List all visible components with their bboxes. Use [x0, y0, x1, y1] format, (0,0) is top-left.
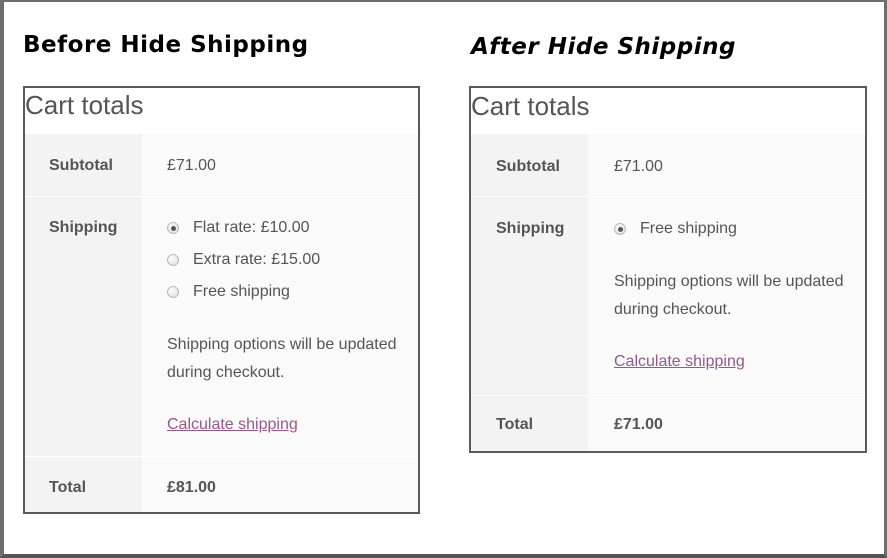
after-heading: After Hide Shipping: [471, 34, 736, 60]
radio-unselected-icon[interactable]: [167, 254, 179, 266]
radio-unselected-icon[interactable]: [167, 286, 179, 298]
label-column: [471, 134, 588, 451]
cart-totals-before: Cart totals Subtotal £71.00 Shipping Fla…: [23, 86, 420, 514]
shipping-note-line2: during checkout.: [167, 364, 285, 381]
subtotal-value: £71.00: [167, 157, 216, 174]
shipping-note-line1: Shipping options will be updated: [167, 336, 397, 353]
shipping-option-flat-rate[interactable]: Flat rate: £10.00: [167, 219, 310, 237]
calculate-shipping-link[interactable]: Calculate shipping: [614, 353, 745, 371]
subtotal-value: £71.00: [614, 158, 663, 175]
cart-totals-title: Cart totals: [25, 88, 418, 134]
total-label: Total: [49, 479, 87, 496]
shipping-option-extra-rate[interactable]: Extra rate: £15.00: [167, 251, 320, 269]
before-heading: Before Hide Shipping: [23, 32, 309, 58]
cart-totals-after: Cart totals Subtotal £71.00 Shipping Fre…: [469, 86, 867, 453]
shipping-option-free[interactable]: Free shipping: [614, 220, 737, 238]
shipping-note-line2: during checkout.: [614, 301, 732, 318]
shipping-label: Shipping: [49, 219, 118, 236]
radio-selected-icon[interactable]: [614, 223, 626, 235]
row-divider: [471, 196, 865, 197]
cart-totals-title: Cart totals: [471, 88, 865, 134]
row-divider: [471, 395, 865, 396]
option-label: Free shipping: [193, 283, 290, 300]
total-label: Total: [496, 416, 534, 433]
option-label: Flat rate: £10.00: [193, 219, 310, 236]
shipping-label: Shipping: [496, 220, 565, 237]
row-divider: [25, 456, 418, 457]
radio-selected-icon[interactable]: [167, 222, 179, 234]
calculate-shipping-link[interactable]: Calculate shipping: [167, 416, 298, 434]
total-value: £71.00: [614, 416, 663, 433]
option-label: Free shipping: [640, 220, 737, 237]
option-label: Extra rate: £15.00: [193, 251, 321, 268]
shipping-option-free[interactable]: Free shipping: [167, 283, 290, 301]
subtotal-label: Subtotal: [49, 157, 113, 174]
subtotal-label: Subtotal: [496, 158, 560, 175]
total-value: £81.00: [167, 479, 216, 496]
shipping-note-line1: Shipping options will be updated: [614, 273, 844, 290]
row-divider: [25, 196, 418, 197]
